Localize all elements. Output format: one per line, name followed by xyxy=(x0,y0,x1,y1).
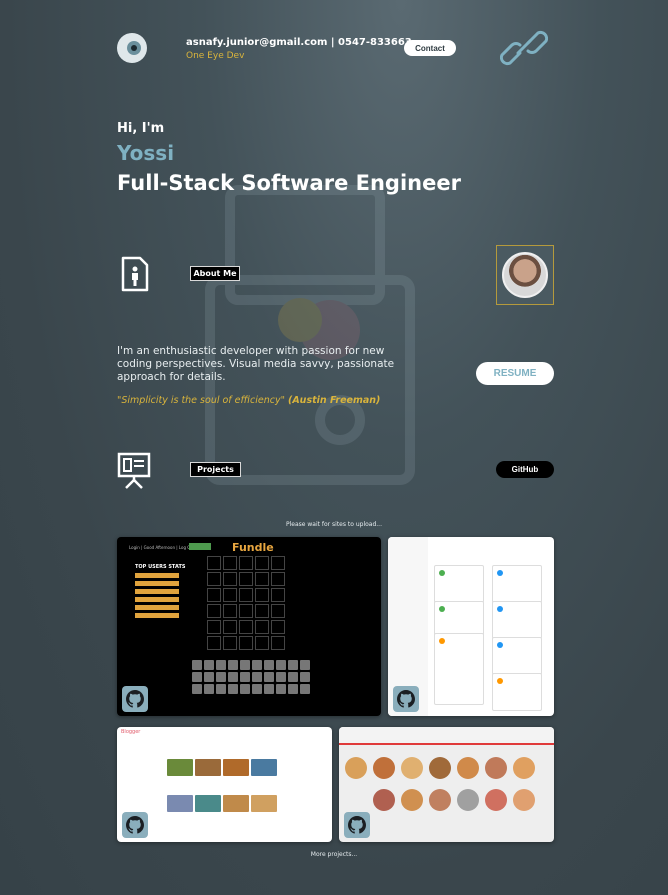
quote: "Simplicity is the soul of efficiency" (… xyxy=(117,395,380,406)
loading-note: Please wait for sites to upload... xyxy=(285,521,382,528)
onscreen-keyboard xyxy=(192,660,310,694)
project-card-blog[interactable]: Blogger xyxy=(117,727,332,842)
stat-bar xyxy=(135,573,179,578)
word-grid xyxy=(207,556,285,650)
quote-author: (Austin Freeman) xyxy=(287,395,381,406)
stats-title: TOP USERS STATS xyxy=(135,564,186,570)
more-projects-link[interactable]: More projects... xyxy=(0,851,668,858)
github-icon[interactable] xyxy=(344,812,370,838)
greeting: Hi, I'm xyxy=(117,121,165,136)
github-icon[interactable] xyxy=(122,812,148,838)
fundle-title: Fundle xyxy=(232,541,274,554)
resume-button[interactable]: RESUME xyxy=(476,362,554,385)
stat-bar xyxy=(135,581,179,586)
job-title: Full-Stack Software Engineer xyxy=(117,171,461,195)
about-me-label: About Me xyxy=(190,266,240,281)
project-card-fundle[interactable]: Login | Good Afternoon | Log Out Fundle … xyxy=(117,537,381,716)
project-card-food[interactable] xyxy=(339,727,554,842)
stat-bar xyxy=(135,605,179,610)
stat-bar xyxy=(135,589,179,594)
chain-link-icon[interactable] xyxy=(500,25,548,71)
project-card-keep[interactable] xyxy=(388,537,554,716)
github-icon[interactable] xyxy=(122,686,148,712)
food-header xyxy=(339,727,554,745)
new-game-button xyxy=(189,543,211,550)
fundle-nav: Login | Good Afternoon | Log Out xyxy=(129,545,195,550)
projects-label: Projects xyxy=(190,462,241,477)
contact-button[interactable]: Contact xyxy=(404,40,456,56)
document-person-icon xyxy=(121,256,149,292)
contact-info: asnafy.junior@gmail.com | 0547-833663 xyxy=(186,37,412,48)
eye-logo-icon[interactable] xyxy=(117,33,147,63)
blog-title: Blogger xyxy=(121,729,141,735)
github-icon[interactable] xyxy=(393,686,419,712)
github-button[interactable]: GitHub xyxy=(496,461,554,478)
quote-text: "Simplicity is the soul of efficiency" xyxy=(117,395,285,406)
presentation-board-icon xyxy=(117,452,151,489)
stat-bar xyxy=(135,613,179,618)
avatar-frame xyxy=(496,245,554,305)
bio-text: I'm an enthusiastic developer with passi… xyxy=(117,345,395,383)
avatar xyxy=(502,252,548,298)
background-illustration xyxy=(205,185,415,485)
developer-name: Yossi xyxy=(117,141,175,165)
stat-bar xyxy=(135,597,179,602)
brand-name: One Eye Dev xyxy=(186,51,245,61)
